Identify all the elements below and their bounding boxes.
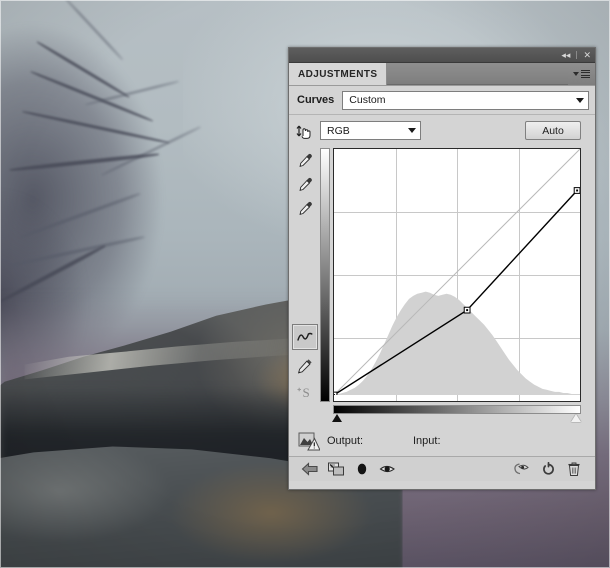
black-white-point-sliders: [333, 414, 581, 426]
curve-edit-tool[interactable]: [292, 324, 318, 350]
black-point-slider[interactable]: [332, 414, 342, 422]
channel-dropdown-value: RGB: [327, 125, 408, 137]
hamburger-icon: [581, 70, 590, 79]
reset-button[interactable]: [535, 459, 561, 479]
previous-state-button[interactable]: [297, 459, 323, 479]
collapse-icon[interactable]: ◂◂: [561, 51, 570, 60]
titlebar-divider: [576, 51, 577, 59]
panel-bottom-bar: [289, 456, 595, 481]
white-point-slider[interactable]: [571, 414, 581, 422]
black-point-eyedropper[interactable]: [293, 149, 317, 173]
targeted-adjustment-icon: [295, 123, 315, 143]
eyedropper-icon: [296, 152, 314, 170]
back-arrow-icon: [301, 462, 319, 476]
clipping-warning-glyph: [298, 431, 320, 451]
output-gradient-strip: [320, 148, 330, 402]
gray-point-eyedropper[interactable]: [293, 173, 317, 197]
preset-dropdown-value: Custom: [349, 94, 576, 106]
screenshot-root: ◂◂ ✕ ADJUSTMENTS Curves Custom: [0, 0, 610, 568]
curve-control-points[interactable]: [334, 149, 580, 395]
curve-control-point-center: [334, 394, 335, 395]
preview-toggle-button[interactable]: [509, 459, 535, 479]
curve-control-point-center: [576, 190, 578, 192]
curves-tool-column: S: [289, 115, 320, 426]
curves-graph-area: RGB Auto: [320, 115, 595, 426]
graph-row: [320, 148, 581, 402]
curve-icon: [296, 329, 314, 345]
channel-row: RGB Auto: [320, 121, 581, 140]
smooth-curve-button[interactable]: S: [293, 380, 317, 404]
tab-adjustments-label: ADJUSTMENTS: [298, 69, 377, 80]
curves-grid[interactable]: [333, 148, 581, 402]
panel-tabbar: ADJUSTMENTS: [289, 63, 595, 86]
auto-button[interactable]: Auto: [525, 121, 581, 140]
black-white-toggle-icon: [354, 461, 370, 477]
clip-to-layer-button[interactable]: [323, 459, 349, 479]
toggle-visibility-button[interactable]: [375, 459, 401, 479]
panel-body: S RGB Auto: [289, 115, 595, 426]
pencil-icon: [296, 357, 314, 375]
eyedropper-icon: [296, 200, 314, 218]
targeted-adjustment-tool[interactable]: [293, 121, 317, 145]
input-label: Input:: [413, 435, 441, 447]
output-input-row: Output: Input:: [289, 426, 595, 456]
tab-adjustments[interactable]: ADJUSTMENTS: [289, 63, 387, 85]
input-gradient-row: [320, 405, 581, 414]
tabbar-filler: [387, 63, 568, 85]
close-icon[interactable]: ✕: [583, 51, 591, 60]
toggle-black-white-button[interactable]: [349, 459, 375, 479]
smooth-icon: S: [295, 384, 315, 400]
adjustments-panel: ◂◂ ✕ ADJUSTMENTS Curves Custom: [288, 47, 596, 490]
preset-row: Curves Custom: [289, 86, 595, 115]
preview-eye-icon: [513, 462, 531, 476]
panel-titlebar: ◂◂ ✕: [289, 48, 595, 63]
eye-icon: [379, 463, 397, 475]
channel-dropdown[interactable]: RGB: [320, 121, 421, 140]
trash-icon: [567, 461, 581, 477]
clipping-warning-icon[interactable]: [297, 430, 321, 452]
svg-text:S: S: [302, 385, 309, 400]
pencil-tool[interactable]: [293, 354, 317, 378]
white-point-eyedropper[interactable]: [293, 197, 317, 221]
chevron-down-icon: [408, 128, 416, 133]
delete-button[interactable]: [561, 459, 587, 479]
curve-control-point-center: [466, 309, 468, 311]
chevron-down-icon: [573, 72, 579, 76]
reset-icon: [541, 462, 556, 477]
input-gradient-strip: [333, 405, 581, 414]
chevron-down-icon: [576, 98, 584, 103]
clip-to-layer-icon: [327, 462, 345, 476]
adjustment-type-label: Curves: [297, 94, 334, 106]
panel-menu-icon[interactable]: [568, 63, 595, 85]
eyedropper-icon: [296, 176, 314, 194]
preset-dropdown[interactable]: Custom: [342, 91, 589, 110]
output-label: Output:: [327, 435, 413, 447]
